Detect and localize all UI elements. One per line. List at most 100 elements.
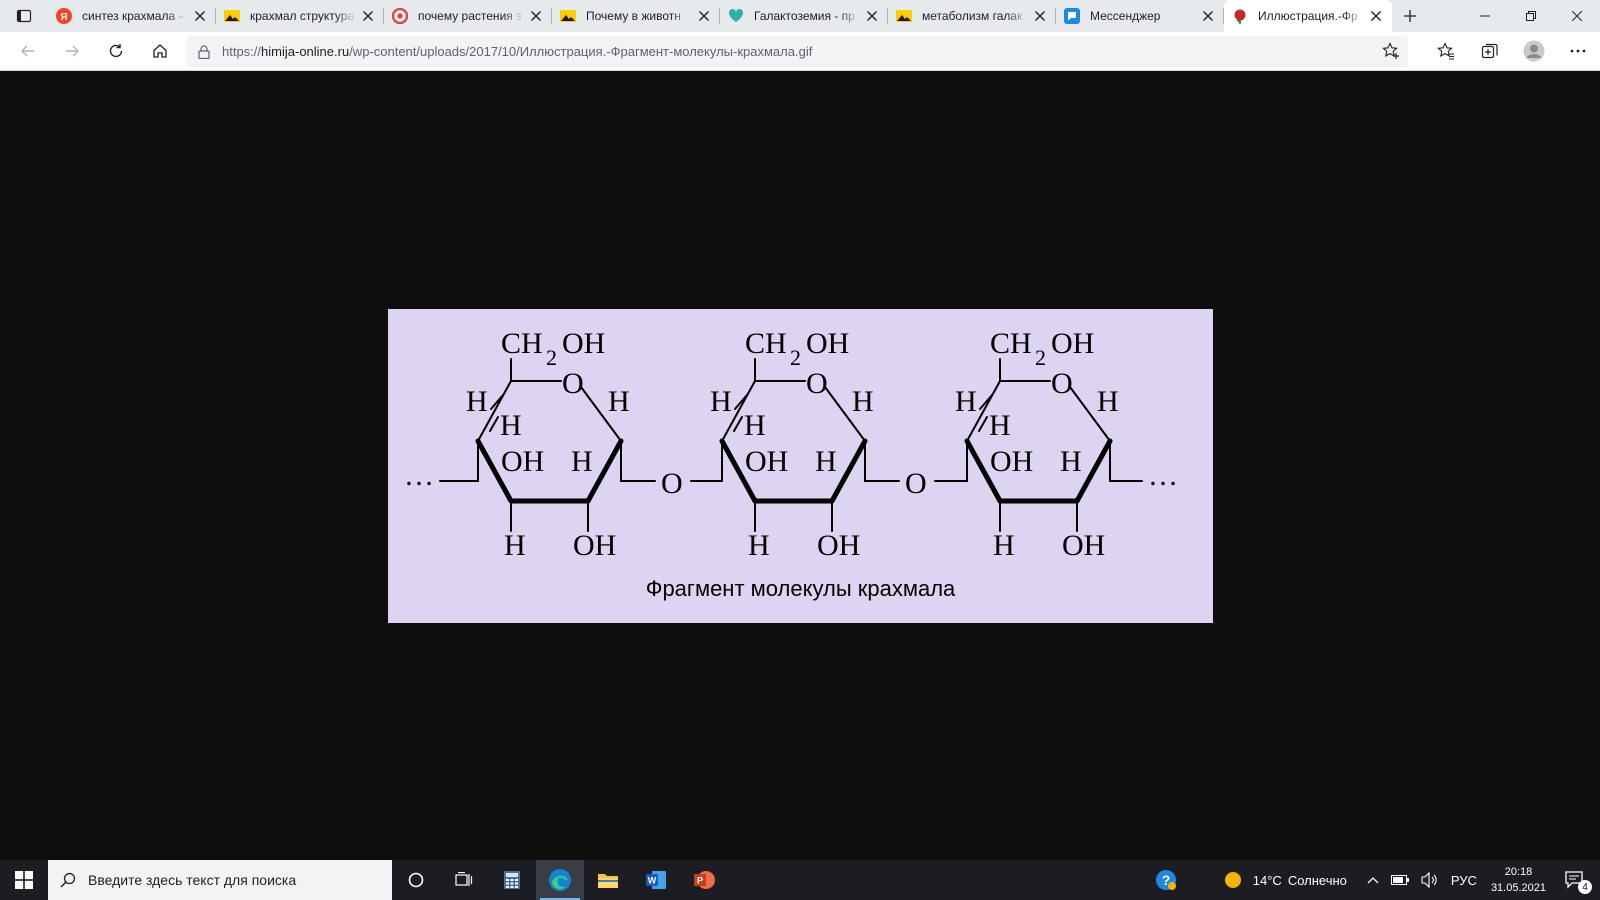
close-tab-button[interactable] — [192, 8, 208, 24]
chevron-up-icon — [1367, 877, 1379, 884]
edge-app-button[interactable] — [536, 860, 584, 900]
h-label: H — [852, 385, 874, 418]
image-search-icon — [896, 8, 912, 24]
start-button[interactable] — [0, 860, 48, 900]
close-icon — [1035, 11, 1045, 21]
browser-tab[interactable]: Мессенджер — [1056, 0, 1224, 32]
subscript-2-label: 2 — [1035, 345, 1046, 370]
tab-title: Иллюстрация.-Фр — [1258, 9, 1358, 23]
forward-button[interactable] — [50, 35, 94, 67]
tab-title: Почему в животн — [586, 9, 681, 23]
page-viewport: CH 2 OH O H H H OH H H OH CH 2 OH O H H H OH H H OH CH 2 OH O H H H O… — [0, 71, 1600, 860]
close-window-button[interactable] — [1554, 0, 1600, 32]
weather-condition: Солнечно — [1287, 872, 1347, 888]
sun-icon — [1224, 872, 1241, 888]
oh-label: OH — [573, 529, 616, 562]
glycosidic-oxygen-label: O — [905, 467, 927, 500]
file-explorer-button[interactable] — [584, 860, 632, 900]
h-label: H — [608, 385, 630, 418]
lock-icon[interactable] — [198, 44, 210, 59]
h-label: H — [993, 529, 1015, 562]
svg-text:W: W — [648, 876, 657, 886]
close-tab-button[interactable] — [360, 8, 376, 24]
collections-button[interactable] — [1468, 35, 1512, 67]
browser-toolbar: https://himija-online.ru/wp-content/uplo… — [0, 32, 1600, 71]
restore-button[interactable] — [1508, 0, 1554, 32]
favorites-button[interactable] — [1424, 35, 1468, 67]
browser-tab[interactable]: Галактоземия - пр — [720, 0, 888, 32]
browser-tab[interactable]: крахмал структура — [216, 0, 384, 32]
svg-text:P: P — [697, 876, 703, 886]
url-host: himija-online.ru — [261, 44, 350, 59]
close-icon — [699, 11, 709, 21]
powerpoint-app-button[interactable]: P — [680, 860, 728, 900]
tab-strip: Ясинтез крахмала – крахмал структура почем… — [0, 0, 1600, 32]
tab-actions-icon — [16, 9, 32, 23]
profile-button[interactable] — [1512, 35, 1556, 67]
close-tab-button[interactable] — [1368, 8, 1384, 24]
minimize-button[interactable] — [1462, 0, 1508, 32]
close-tab-button[interactable] — [1032, 8, 1048, 24]
clock-time: 20:18 — [1504, 866, 1533, 878]
arrow-right-icon — [66, 45, 79, 57]
tab-title: синтез крахмала – — [82, 9, 186, 23]
ring-bond-bold — [585, 438, 624, 504]
browser-tab[interactable]: метаболизм галак — [888, 0, 1056, 32]
task-view-icon — [455, 872, 473, 886]
address-bar[interactable]: https://himija-online.ru/wp-content/uplo… — [186, 36, 1408, 67]
help-tray-button[interactable]: ? — [1149, 860, 1217, 900]
h-label: H — [571, 445, 593, 478]
close-tab-button[interactable] — [1200, 8, 1216, 24]
tab-actions-button[interactable] — [0, 0, 48, 32]
weather-widget[interactable]: 14°C Солнечно — [1217, 860, 1353, 900]
taskbar-search[interactable]: Введите здесь текст для поиска — [48, 860, 392, 900]
close-tab-button[interactable] — [696, 8, 712, 24]
show-hidden-icons-button[interactable] — [1353, 860, 1385, 900]
oh-label: OH — [817, 529, 860, 562]
close-tab-button[interactable] — [528, 8, 544, 24]
h-label: H — [748, 529, 770, 562]
word-app-button[interactable]: W — [632, 860, 680, 900]
help-icon: ? — [1155, 870, 1176, 890]
star-plus-icon — [1382, 42, 1399, 59]
oh-label: OH — [562, 327, 605, 360]
search-placeholder: Введите здесь текст для поиска — [88, 872, 297, 888]
system-tray: ? 14°C Солнечно РУС 20:18 31.05.2021 4 — [1149, 860, 1600, 900]
add-favorite-button[interactable] — [1382, 42, 1400, 63]
avatar-icon — [1523, 40, 1545, 62]
heart-icon — [728, 8, 744, 24]
notification-count: 4 — [1578, 880, 1592, 894]
back-button[interactable] — [6, 35, 50, 67]
refresh-button[interactable] — [94, 35, 138, 67]
h-label: H — [744, 409, 766, 442]
restore-icon — [1526, 11, 1536, 21]
browser-tab[interactable]: Почему в животн — [552, 0, 720, 32]
language-indicator[interactable]: РУС — [1445, 860, 1483, 900]
chain-continues-left: … — [404, 459, 434, 492]
close-icon — [1371, 11, 1381, 21]
battery-button[interactable] — [1385, 860, 1415, 900]
refresh-icon — [109, 44, 123, 58]
calculator-app-button[interactable] — [488, 860, 536, 900]
glycosidic-oxygen-label: O — [661, 467, 683, 500]
minimize-icon — [1480, 15, 1490, 17]
task-view-button[interactable] — [440, 860, 488, 900]
browser-tab[interactable]: Ясинтез крахмала – — [48, 0, 216, 32]
clock[interactable]: 20:18 31.05.2021 — [1483, 864, 1554, 896]
settings-menu-button[interactable] — [1556, 35, 1600, 67]
browser-tab[interactable]: Иллюстрация.-Фр — [1224, 0, 1392, 32]
window-controls — [1462, 0, 1600, 32]
h-label: H — [504, 529, 526, 562]
weather-temp: 14°C — [1252, 872, 1282, 888]
volume-button[interactable] — [1415, 860, 1445, 900]
h-label: H — [710, 385, 732, 418]
action-center-button[interactable]: 4 — [1554, 860, 1600, 900]
cortana-button[interactable] — [392, 860, 440, 900]
close-tab-button[interactable] — [864, 8, 880, 24]
new-tab-button[interactable] — [1392, 0, 1428, 32]
substituent-bond — [489, 416, 499, 432]
browser-tab[interactable]: почему растения з — [384, 0, 552, 32]
favorites-icon — [1437, 42, 1454, 60]
h-label: H — [466, 385, 488, 418]
home-button[interactable] — [138, 35, 182, 67]
